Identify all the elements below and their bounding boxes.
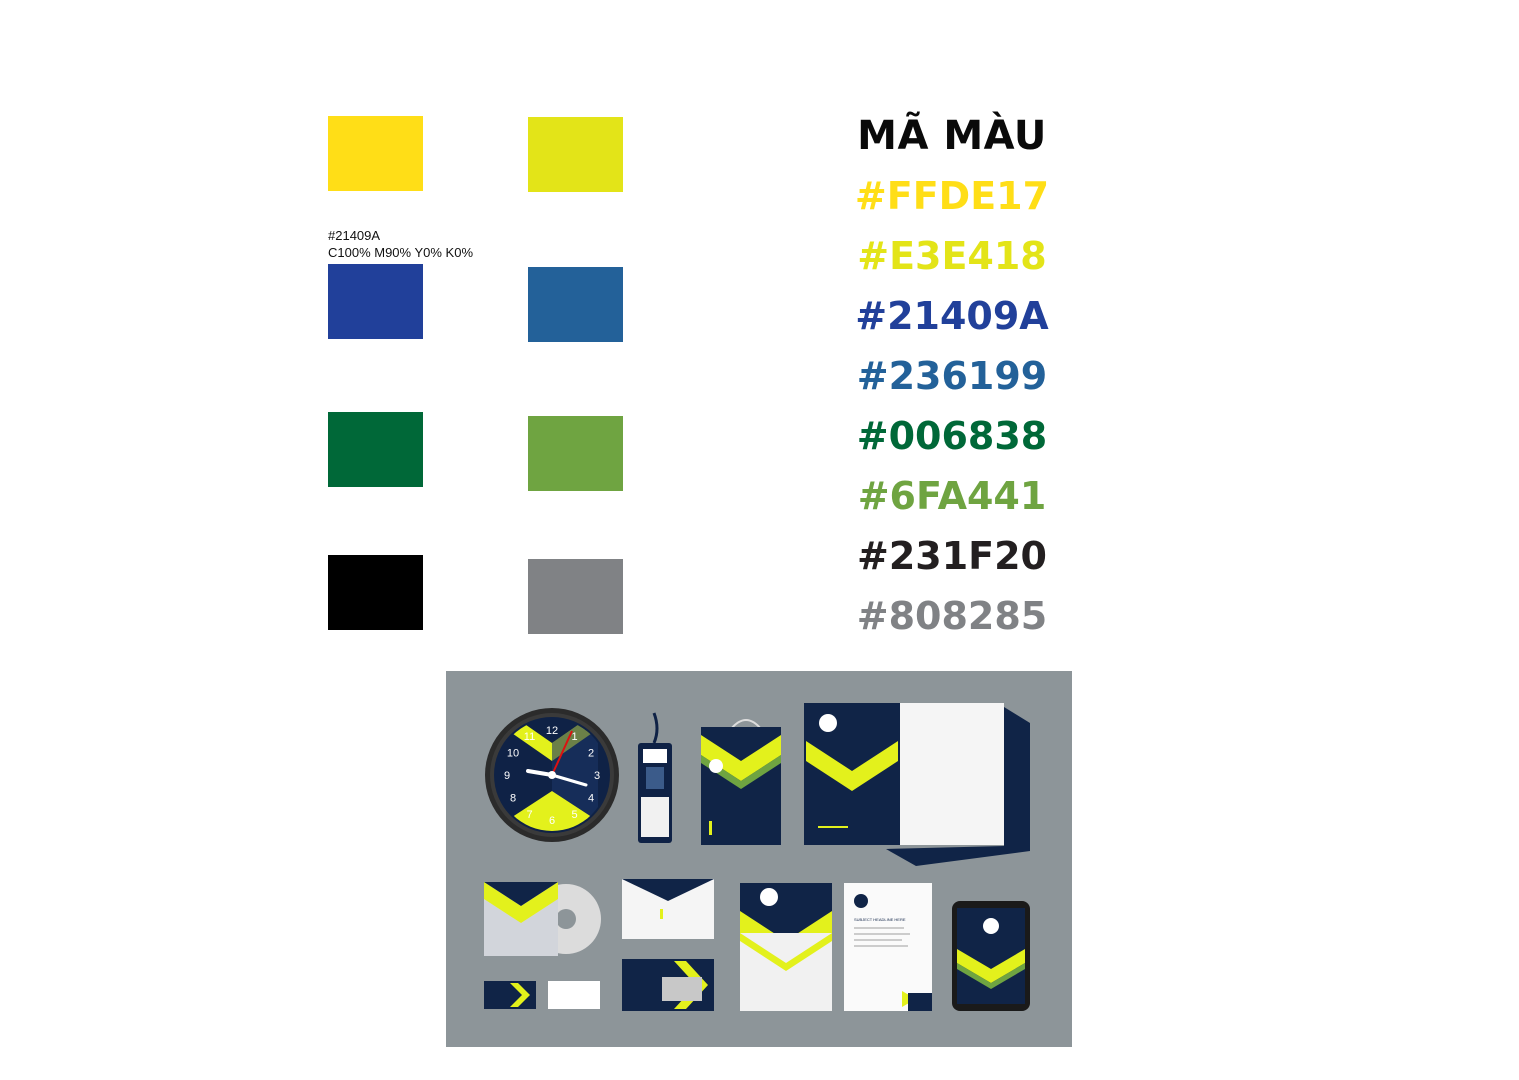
color-code: #231F20 [857,534,1047,578]
presentation-folder [804,703,1030,866]
clock-number: 6 [549,815,555,827]
clock-number: 1 [571,731,577,743]
letter-subject: SUBJECT HEADLINE HERE [854,917,906,922]
letterhead: SUBJECT HEADLINE HERE [844,883,932,1011]
clock-number: 10 [507,748,519,760]
swatch-note-hex: #21409A [328,228,381,243]
color-code: #FFDE17 [854,174,1050,218]
swatch-gray [528,559,623,634]
color-code: #808285 [856,594,1048,638]
swatch-note-cmyk: C100% M90% Y0% K0% [328,245,474,260]
clock-number: 4 [588,793,594,805]
wall-clock: 12 1234567891011 [485,708,619,842]
notebook [740,883,832,1011]
swatch-yellow [328,116,423,191]
brand-identity-mockup: 12 1 2 3 4 5 6 7 8 9 10 11 SUBJECT HEADL… [446,671,1072,1047]
cd-case [484,882,601,956]
clock-number: 8 [510,793,516,805]
business-cards [484,959,714,1011]
mockup-illustration: 12 1234567891011 SUBJECT HEADLINE HERE [484,703,1030,1011]
swatch-blue [328,264,423,339]
id-badge [638,712,672,843]
color-code: #236199 [856,354,1048,398]
clock-number: 11 [524,731,535,743]
tablet [952,901,1030,1011]
clock-number: 3 [594,770,600,782]
swatch-lime [528,117,623,192]
color-code-list: MÃ MÀU #FFDE17 #E3E418 #21409A #236199 #… [852,106,1052,646]
color-code: #006838 [856,414,1048,458]
swatch-black [328,555,423,630]
envelope [622,879,714,939]
clock-number: 9 [504,770,510,782]
swatch-dark-green [328,412,423,487]
clock-number: 7 [526,809,532,821]
clock-number: 2 [588,748,594,760]
shopping-bag [701,719,781,845]
color-code-heading: MÃ MÀU [857,113,1047,159]
color-code: #6FA441 [857,474,1047,518]
clock-number: 12 [546,725,558,737]
color-code: #21409A [855,294,1049,338]
swatch-note: #21409A C100% M90% Y0% K0% [328,227,473,261]
clock-number: 5 [571,809,577,821]
swatch-steel-blue [528,267,623,342]
swatch-light-green [528,416,623,491]
color-code: #E3E418 [857,234,1047,278]
